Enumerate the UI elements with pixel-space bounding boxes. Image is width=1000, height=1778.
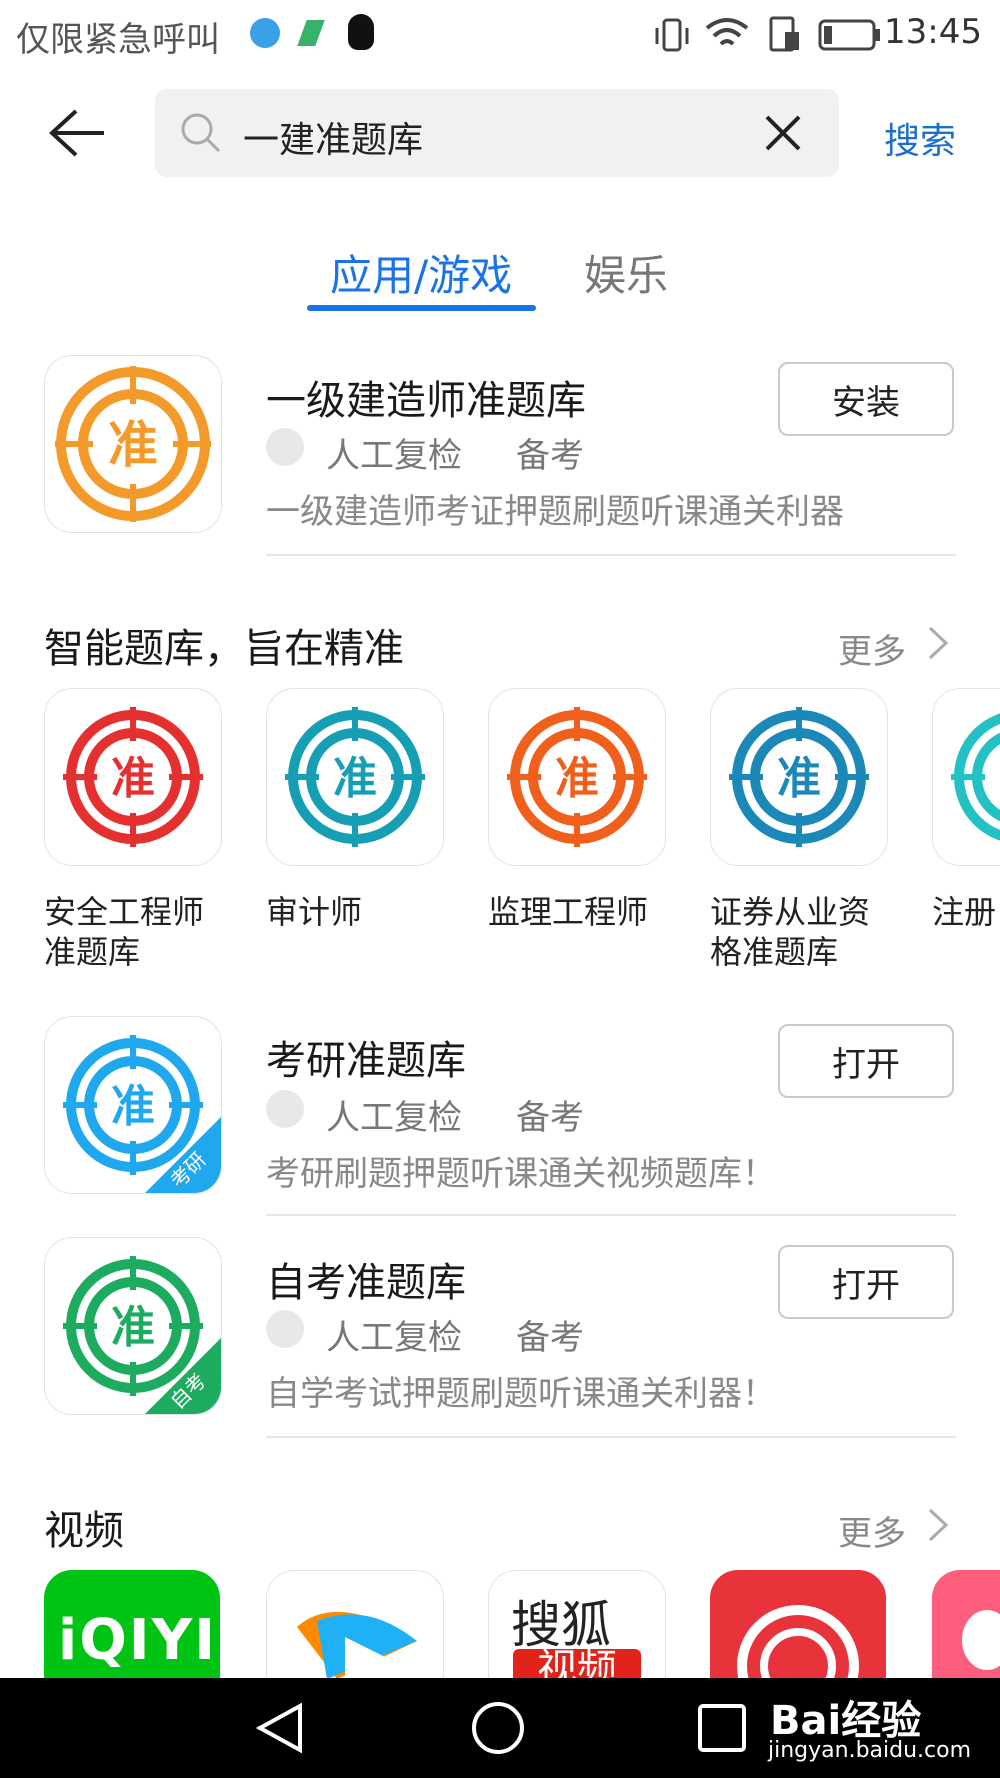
grid-app-label[interactable]: 注册 — [932, 892, 1000, 932]
svg-text:准: 准 — [111, 1302, 155, 1353]
tab-apps-games[interactable]: 应用/游戏 — [330, 242, 512, 303]
grid-app-label[interactable]: 审计师 — [266, 892, 446, 932]
svg-text:准: 准 — [108, 416, 158, 474]
iqiyi-app-icon[interactable]: iQIYI — [44, 1570, 220, 1678]
svg-text:准: 准 — [111, 1081, 155, 1132]
nav-recents-icon[interactable] — [696, 1702, 748, 1754]
app-title[interactable]: 考研准题库 — [266, 1028, 466, 1086]
category-label: 备考 — [516, 436, 584, 476]
iqiyi-logo-text: iQIYI — [58, 1608, 218, 1673]
watermark-url: jingyan.baidu.com — [768, 1738, 972, 1763]
app-description: 一级建造师考证押题刷题听课通关利器 — [266, 492, 844, 532]
more-link[interactable]: 更多 — [838, 624, 906, 673]
grid-app-icon[interactable]: 准 — [44, 688, 222, 866]
chevron-right-icon[interactable] — [926, 1506, 950, 1544]
avatar — [266, 1090, 304, 1128]
tencent-video-app-icon[interactable] — [266, 1570, 444, 1679]
back-arrow-icon[interactable] — [48, 108, 108, 158]
target-logo-icon: 准 — [507, 707, 647, 847]
active-tab-indicator — [307, 305, 536, 311]
category-label: 备考 — [516, 1318, 584, 1358]
svg-text:准: 准 — [555, 753, 599, 804]
more-link[interactable]: 更多 — [838, 1506, 906, 1555]
clear-icon[interactable] — [763, 113, 803, 153]
grid-app-label[interactable]: 证券从业资格准题库 — [710, 892, 890, 972]
battery-icon — [818, 19, 880, 51]
target-logo-icon: 准 — [63, 707, 203, 847]
app-description: 考研刷题押题听课通关视频题库！ — [266, 1154, 776, 1194]
notification-icon — [250, 18, 280, 48]
avatar — [266, 428, 304, 466]
panda-icon — [962, 1610, 1000, 1670]
partial-app-icon[interactable] — [932, 1570, 1000, 1678]
search-icon — [181, 113, 221, 153]
search-button[interactable]: 搜索 — [884, 112, 956, 164]
system-nav-bar: Bai经验 jingyan.baidu.com — [0, 1678, 1000, 1778]
ifeng-video-app-icon[interactable] — [710, 1570, 886, 1678]
review-label: 人工复检 — [326, 1318, 462, 1358]
target-logo-icon: 准 — [951, 713, 1000, 841]
svg-text:准: 准 — [111, 753, 155, 804]
target-logo-icon: 准 — [55, 366, 211, 522]
target-logo-icon: 准 — [729, 707, 869, 847]
sim-icon — [769, 16, 799, 52]
divider — [266, 1214, 956, 1216]
tab-entertainment[interactable]: 娱乐 — [584, 242, 668, 303]
review-label: 人工复检 — [326, 1098, 462, 1138]
open-button[interactable]: 打开 — [778, 1024, 954, 1098]
wifi-icon — [705, 18, 749, 46]
grid-app-label[interactable]: 安全工程师准题库 — [44, 892, 224, 972]
svg-text:准: 准 — [333, 753, 377, 804]
sohu-video-app-icon[interactable]: 搜狐 视频 — [488, 1570, 666, 1679]
grid-app-icon[interactable]: 准 — [932, 688, 1000, 866]
app-description: 自学考试押题刷题听课通关利器！ — [266, 1374, 776, 1414]
category-label: 备考 — [516, 1098, 584, 1138]
sohu-logo-text-2: 视频 — [513, 1649, 641, 1679]
grid-app-icon[interactable]: 准 — [710, 688, 888, 866]
app-icon-kaoyan[interactable]: 准 考研 — [44, 1016, 222, 1194]
divider — [266, 554, 956, 556]
status-bar: 仅限紧急呼叫 13:45 — [0, 0, 1000, 70]
carrier-text: 仅限紧急呼叫 — [16, 20, 220, 60]
nav-back-icon[interactable] — [252, 1700, 308, 1756]
phoenix-icon — [737, 1605, 859, 1678]
leaf-icon — [297, 20, 325, 46]
qq-icon — [348, 14, 374, 50]
app-title[interactable]: 自考准题库 — [266, 1250, 466, 1308]
app-icon-yijian[interactable]: 准 — [44, 355, 222, 533]
grid-app-label[interactable]: 监理工程师 — [488, 892, 668, 932]
search-field[interactable]: 一建准题库 — [155, 89, 839, 177]
svg-text:准: 准 — [777, 753, 821, 804]
app-icon-zikao[interactable]: 准 自考 — [44, 1237, 222, 1415]
target-logo-icon: 准 考研 — [63, 1035, 221, 1193]
grid-app-icon[interactable]: 准 — [488, 688, 666, 866]
app-title[interactable]: 一级建造师准题库 — [266, 368, 586, 426]
clock: 13:45 — [884, 12, 982, 52]
divider — [266, 1436, 956, 1438]
avatar — [266, 1310, 304, 1348]
target-logo-icon: 准 自考 — [63, 1256, 221, 1414]
vibrate-icon — [655, 18, 689, 52]
search-input[interactable]: 一建准题库 — [243, 111, 423, 163]
nav-home-icon[interactable] — [470, 1700, 526, 1756]
open-button[interactable]: 打开 — [778, 1245, 954, 1319]
review-label: 人工复检 — [326, 436, 462, 476]
grid-app-icon[interactable]: 准 — [266, 688, 444, 866]
section-title: 智能题库，旨在精准 — [44, 626, 404, 672]
section-title: 视频 — [44, 1508, 124, 1554]
target-logo-icon: 准 — [285, 707, 425, 847]
play-icon — [297, 1611, 417, 1679]
chevron-right-icon[interactable] — [926, 624, 950, 662]
install-button[interactable]: 安装 — [778, 362, 954, 436]
